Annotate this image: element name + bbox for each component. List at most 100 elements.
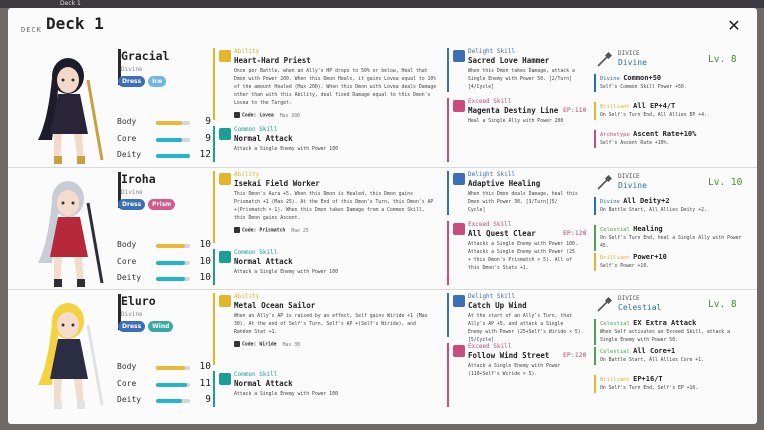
stat-bar <box>156 244 190 248</box>
skill-name: Normal Attack <box>234 134 293 143</box>
skill-accent-bar <box>447 171 449 215</box>
skill-description-line: Enemy with Power (25+Self's Wiride × 5). <box>468 330 584 335</box>
divice-effect-desc: When Self activates an Exceed Skill, att… <box>600 329 730 345</box>
tag-prism: Prism <box>148 199 176 210</box>
skill-description: Attack a Single Enemy with Power 100 <box>234 269 438 277</box>
skill-accent-bar <box>447 293 449 337</box>
skill-name: Heart-Hard Priest <box>234 56 311 65</box>
divice-effect-name: Healing <box>633 225 663 233</box>
divice-effect-kind: Brilliant <box>600 255 630 261</box>
skill-accent-bar <box>447 221 449 285</box>
stat-value: 9 <box>205 394 211 405</box>
divice-effect-kind: Archetype <box>600 132 630 138</box>
code-icon <box>234 112 240 118</box>
skill-icon <box>219 373 231 385</box>
skill-accent-bar <box>213 48 215 120</box>
skill-code: Code: Wiride Max 30 <box>234 341 300 348</box>
code-name: Code: Lovea <box>242 113 274 119</box>
divice-effect-desc: On Self's Turn End, Self's EP +16. <box>600 385 698 393</box>
divice-effect-kind: Celestial <box>600 349 630 355</box>
divice-effect-desc-line: On Self's Turn End, All Allies EP +4. <box>600 113 707 118</box>
skill-card-exceed-skill[interactable]: Exceed Skill Follow Wind Street EP:120 Atta… <box>447 343 587 407</box>
divice-effect-title: Brilliant EP+16/T <box>600 375 663 383</box>
divice-effect-kind: Celestial <box>600 321 630 327</box>
stat-core-label: Core <box>117 257 137 266</box>
skill-description-line: +(Prismatch × 1). When this Dmon takes D… <box>234 208 425 213</box>
stat-bar <box>156 261 190 265</box>
divice-name: Divine <box>618 58 647 67</box>
divice-effect-title: Divine All Deity+2 <box>600 197 670 205</box>
skill-card-common-skill[interactable]: Common Skill Normal Attack Attack a Single… <box>213 371 441 407</box>
skill-icon <box>453 100 465 112</box>
divice-effect-name: All Deity+2 <box>623 197 670 205</box>
divice-effect-bar <box>594 102 596 120</box>
divice-effect-desc: On Battle Start, All Allies Deity +2. <box>600 207 707 215</box>
skill-ep-cost: EP:110 <box>563 106 587 114</box>
code-max: Max 25 <box>291 228 309 234</box>
skill-name: Isekai Field Worker <box>234 179 320 188</box>
skill-card-ability[interactable]: Ability Isekai Field Worker This Dmon's Au… <box>213 171 441 243</box>
skill-card-common-skill[interactable]: Common Skill Normal Attack Attack a Single… <box>213 249 441 285</box>
divice-effect-desc: Self's Common Skill Power +50. <box>600 84 687 92</box>
deck-label: DECK <box>21 26 42 34</box>
stat-value: 9 <box>205 116 211 127</box>
stat-bar-fill <box>156 244 185 248</box>
skill-description-line: Attacks a Single Enemy with Power (25 <box>468 250 575 255</box>
divice-effect-desc-line: On Battle Start, All Allies Core +1. <box>600 358 704 363</box>
divice-effect-kind: Brilliant <box>600 104 630 110</box>
skill-name: Catch Up Wind <box>468 301 527 310</box>
skill-card-common-skill[interactable]: Common Skill Normal Attack Attack a Single… <box>213 126 441 162</box>
divice-name: Divine <box>618 181 647 190</box>
close-button[interactable]: ✕ <box>724 16 744 36</box>
divice-effect-desc-line: On Battle Start, All Allies Deity +2. <box>600 208 707 213</box>
skill-accent-bar <box>213 249 215 285</box>
skill-type: Exceed Skill <box>468 98 512 105</box>
skill-description: When this Dmon deals Damage, heal this Dm… <box>468 191 584 215</box>
skill-card-delight-skill[interactable]: Delight Skill Adaptive Healing When this D… <box>447 171 587 215</box>
skill-type: Delight Skill <box>468 48 515 55</box>
stat-deity-label: Deity <box>117 273 142 282</box>
character-portrait <box>18 173 116 289</box>
skill-description-line: Dmon with Power 30. [3/Turn][5/ <box>468 200 558 205</box>
stat-value: 12 <box>199 149 211 160</box>
skill-name: Adaptive Healing <box>468 179 541 188</box>
divice-effect-kind: Divine <box>600 76 620 82</box>
row-divider <box>8 289 757 290</box>
divice-level: Lv. 8 <box>708 299 737 310</box>
character-name: Iroha <box>121 172 156 186</box>
skill-description: When this Dmon takes Damage, attack a Sin… <box>468 68 584 92</box>
divice-effect: Brilliant All EP+4/T On Self's Turn End, … <box>594 102 744 120</box>
divice-effect: Divine Common+50 Self's Common Skill Powe… <box>594 74 744 92</box>
skill-card-delight-skill[interactable]: Delight Skill Catch Up Wind At the start o… <box>447 293 587 343</box>
skill-description-line: Random Stat +1. <box>234 330 278 335</box>
skill-description-line: + this Dmon's Prismatch × 5). All of <box>468 258 572 263</box>
divice-effect-bar <box>594 375 596 393</box>
stat-bar-fill <box>156 383 188 387</box>
skill-name: Magenta Destiny Line <box>468 106 559 115</box>
divice-effect-kind: Brilliant <box>600 377 630 383</box>
code-max: Max 200 <box>279 113 300 119</box>
skill-icon <box>453 50 465 62</box>
skill-icon <box>219 128 231 140</box>
skill-type: Common Skill <box>234 371 278 378</box>
divice-effect-name: All EP+4/T <box>633 102 676 110</box>
divice-effect-desc-line: Self's Power +10. <box>600 264 650 269</box>
stat-value: 10 <box>199 361 211 372</box>
character-portrait <box>18 295 116 411</box>
skill-card-exceed-skill[interactable]: Exceed Skill Magenta Destiny Line EP:110 He… <box>447 98 587 162</box>
window-titlebar: Deck 1 <box>0 0 764 8</box>
skill-description-line: Once per Battle, when an Ally's HP drops… <box>234 69 428 74</box>
divice-effect-kind: Divine <box>600 199 620 205</box>
skill-accent-bar <box>447 98 449 162</box>
skill-card-ability[interactable]: Ability Metal Ocean Sailor When an Ally's … <box>213 293 441 365</box>
skill-icon <box>219 50 231 62</box>
divice-effect-desc: On Self's Turn End, All Allies EP +4. <box>600 112 707 120</box>
tag-dress: Dress <box>118 321 146 332</box>
skill-card-ability[interactable]: Ability Heart-Hard Priest Once per Battle,… <box>213 48 441 120</box>
skill-card-delight-skill[interactable]: Delight Skill Sacred Love Hammer When this… <box>447 48 587 92</box>
skill-icon <box>453 223 465 235</box>
skill-card-exceed-skill[interactable]: Exceed Skill All Quest Clear EP:120 Attacks… <box>447 221 587 285</box>
skill-name: Normal Attack <box>234 379 293 388</box>
divice-effect: Celestial Healing On Self's Turn End, hea… <box>594 225 744 251</box>
character-tags: Dress Wind <box>118 321 174 332</box>
